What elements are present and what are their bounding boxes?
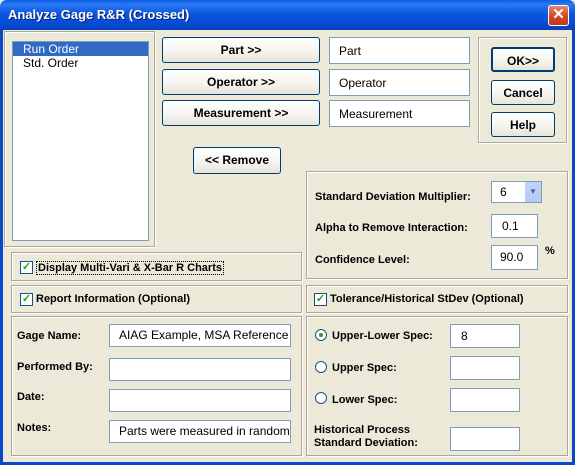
measurement-field[interactable]: Measurement xyxy=(329,100,470,127)
operator-button-label: Operator >> xyxy=(206,75,276,89)
tolerance-checkbox[interactable]: ✓ xyxy=(314,293,327,306)
report-label[interactable]: Report Information (Optional) xyxy=(36,293,190,305)
lower-spec-label: Lower Spec: xyxy=(332,394,398,406)
ok-button-label: OK>> xyxy=(506,54,539,68)
upper-lower-radio[interactable] xyxy=(315,329,327,341)
notes-label: Notes: xyxy=(17,422,52,434)
performed-by-field[interactable] xyxy=(109,358,291,381)
upper-spec-label: Upper Spec: xyxy=(332,362,397,374)
cancel-button[interactable]: Cancel xyxy=(491,80,555,105)
date-field[interactable] xyxy=(109,389,291,412)
close-icon: ✕ xyxy=(552,6,565,23)
upper-lower-label: Upper-Lower Spec: xyxy=(332,330,433,342)
check-icon: ✓ xyxy=(315,293,326,305)
variable-listbox[interactable]: Run Order Std. Order xyxy=(12,41,149,241)
multivari-checkbox[interactable]: ✓ xyxy=(20,261,33,274)
alpha-label: Alpha to Remove Interaction: xyxy=(315,222,468,234)
confidence-label: Confidence Level: xyxy=(315,254,410,266)
multivari-label[interactable]: Display Multi-Vari & X-Bar R Charts xyxy=(36,261,224,275)
dialog-body: Run Order Std. Order Part >> Operator >>… xyxy=(3,30,572,462)
upper-spec-field[interactable] xyxy=(450,356,520,380)
sd-multiplier-label: Standard Deviation Multiplier: xyxy=(315,191,471,203)
confidence-unit: % xyxy=(545,245,555,257)
confidence-field[interactable]: 90.0 xyxy=(491,245,538,270)
operator-field[interactable]: Operator xyxy=(329,69,470,96)
gage-name-field[interactable]: AIAG Example, MSA Reference xyxy=(109,324,291,347)
cancel-button-label: Cancel xyxy=(503,86,543,100)
performed-by-label: Performed By: xyxy=(17,361,93,373)
historical-label-line2: Standard Deviation: xyxy=(314,437,418,449)
part-assign-button[interactable]: Part >> xyxy=(162,37,320,63)
sd-multiplier-value: 6 xyxy=(500,185,507,199)
check-icon: ✓ xyxy=(21,293,32,305)
lower-spec-radio[interactable] xyxy=(315,392,327,404)
list-item-std-order[interactable]: Std. Order xyxy=(13,56,148,70)
date-label: Date: xyxy=(17,391,45,403)
historical-stdev-field[interactable] xyxy=(450,427,520,451)
upper-spec-radio[interactable] xyxy=(315,361,327,373)
help-button-label: Help xyxy=(509,118,536,132)
report-checkbox[interactable]: ✓ xyxy=(20,293,33,306)
window-title: Analyze Gage R&R (Crossed) xyxy=(8,7,190,22)
historical-label-line1: Historical Process xyxy=(314,424,410,436)
variable-list-pane: Run Order Std. Order xyxy=(4,31,155,247)
tolerance-label[interactable]: Tolerance/Historical StDev (Optional) xyxy=(330,293,524,305)
list-item-run-order[interactable]: Run Order xyxy=(13,42,148,56)
help-button[interactable]: Help xyxy=(491,112,555,137)
part-button-label: Part >> xyxy=(220,43,262,57)
remove-button[interactable]: << Remove xyxy=(193,147,281,174)
operator-assign-button[interactable]: Operator >> xyxy=(162,69,320,95)
chevron-down-icon[interactable]: ▼ xyxy=(524,182,541,202)
remove-button-label: << Remove xyxy=(204,153,270,167)
ok-button[interactable]: OK>> xyxy=(491,47,555,72)
alpha-field[interactable]: 0.1 xyxy=(491,214,538,238)
dialog-window: Analyze Gage R&R (Crossed) ✕ Run Order S… xyxy=(0,0,575,465)
sd-multiplier-combo[interactable]: 6 ▼ xyxy=(491,181,542,203)
notes-field[interactable]: Parts were measured in random xyxy=(109,420,291,443)
upper-lower-field[interactable]: 8 xyxy=(450,324,520,348)
title-bar[interactable]: Analyze Gage R&R (Crossed) ✕ xyxy=(0,0,575,30)
part-field[interactable]: Part xyxy=(329,37,470,64)
close-button[interactable]: ✕ xyxy=(548,5,569,26)
lower-spec-field[interactable] xyxy=(450,388,520,412)
check-icon: ✓ xyxy=(21,261,32,273)
measurement-button-label: Measurement >> xyxy=(193,106,289,120)
measurement-assign-button[interactable]: Measurement >> xyxy=(162,100,320,126)
gage-name-label: Gage Name: xyxy=(17,330,82,342)
